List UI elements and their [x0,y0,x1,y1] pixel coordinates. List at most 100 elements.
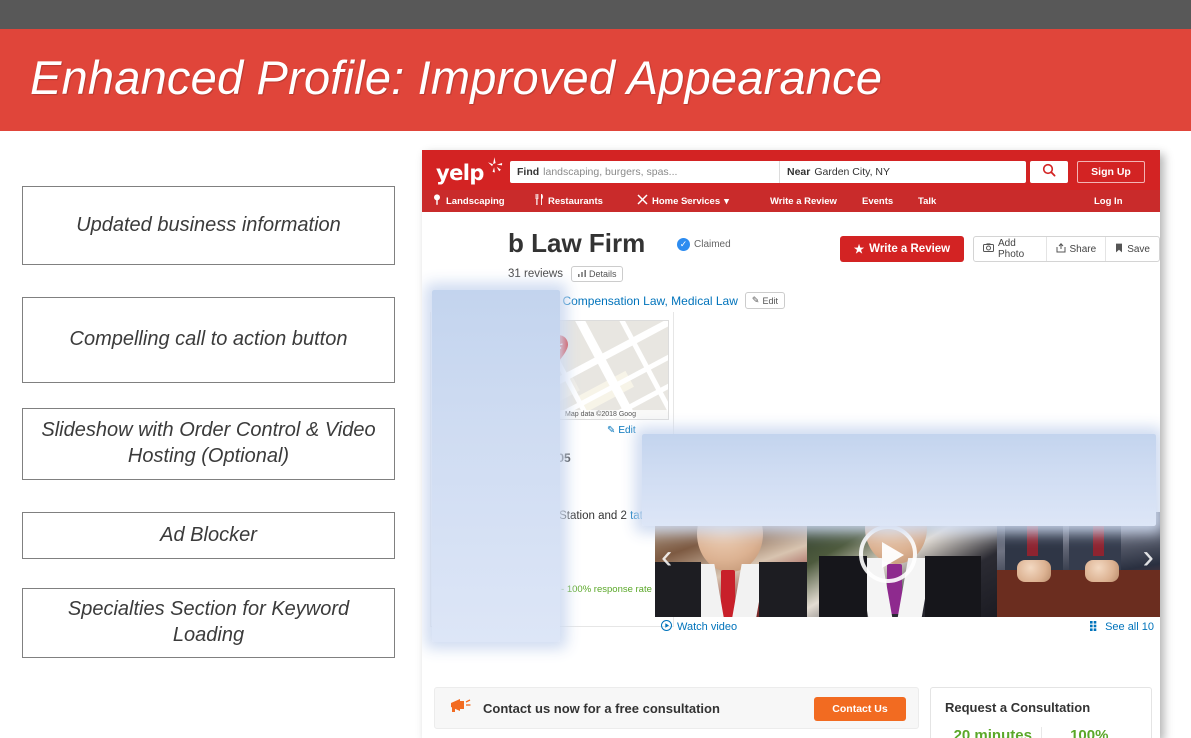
pencil-icon: ✎ [607,425,616,436]
pencil-icon: ✎ [751,295,760,305]
check-icon: ✓ [677,238,690,251]
contact-cta-bar: Contact us now for a free consultation C… [434,687,919,729]
chevron-left-icon[interactable]: ‹ [661,540,672,574]
response-rate-stat: 100% Response Rate [1040,727,1138,738]
nav-item-landscaping[interactable]: Landscaping [432,190,505,212]
see-all-label: See all 10 [1105,621,1154,633]
claimed-label: Claimed [694,239,731,250]
edit-label: Edit [762,295,778,306]
nav-label: Events [862,195,894,207]
grid-icon [1090,620,1100,634]
search-near-value: Garden City, NY [814,166,891,178]
search-button[interactable] [1030,161,1068,183]
search-find-placeholder: landscaping, burgers, spas... [543,166,678,178]
consultation-card-title: Request a Consultation [945,700,1091,715]
watch-video-label: Watch video [677,621,738,633]
nav-label: Landscaping [446,195,505,207]
redaction-overlay-left [432,290,560,642]
save-label: Save [1127,243,1150,255]
claimed-badge: ✓ Claimed [677,238,731,251]
yelp-page-body: b Law Firm ✓ Claimed 31 reviews Details … [422,212,1160,738]
nav-separator-dot [687,199,690,202]
photo-slideshow[interactable]: ‹ › [655,512,1160,617]
reply-suffix: - 100% response rate [558,584,652,595]
yelp-header: yelp Find landscaping, burgers, spas... [422,150,1160,190]
edit-address-label: Edit [618,425,636,436]
search-icon [1042,163,1056,182]
response-time-stat: 20 minutes Response Time [945,727,1041,738]
business-name: b Law Firm [508,228,646,258]
redaction-overlay-right [642,434,1156,526]
write-a-review-label: Write a Review [869,243,951,255]
request-consultation-card: Request a Consultation 20 minutes Respon… [930,687,1152,738]
nav-item-log-in[interactable]: Log In [1094,190,1123,212]
nav-label: Talk [918,195,937,207]
feature-box-ad-blocker: Ad Blocker [22,512,395,559]
business-action-group: Add Photo Share Save [973,236,1160,262]
consultation-stats: 20 minutes Response Time 100% Response R… [945,727,1137,738]
details-button[interactable]: Details [570,266,624,282]
watch-video-link[interactable]: Watch video [661,620,737,634]
feature-box-call-to-action: Compelling call to action button [22,297,395,383]
edit-address-link[interactable]: ✎ Edit [607,425,636,436]
feature-label: Ad Blocker [160,523,257,546]
search-find-field[interactable]: Find landscaping, burgers, spas... [510,161,779,183]
search-near-field[interactable]: Near Garden City, NY [779,161,1026,183]
nav-label: Restaurants [548,195,603,207]
bars-icon [577,269,586,279]
bookmark-icon [1115,243,1123,256]
edit-categories-button[interactable]: ✎ Edit [744,292,785,309]
top-gray-band [0,0,1191,29]
yelp-screenshot: yelp Find landscaping, burgers, spas... [422,150,1160,738]
add-photo-label: Add Photo [998,238,1025,260]
star-icon: ★ [853,244,865,256]
write-a-review-button[interactable]: ★ Write a Review [840,236,964,262]
response-time-value: 20 minutes [953,727,1032,738]
share-icon [1056,242,1066,256]
search-bar[interactable]: Find landscaping, burgers, spas... Near … [510,161,1026,183]
yelp-burst-icon [485,155,505,175]
restaurant-icon [535,194,544,208]
tools-icon [637,194,648,208]
share-button[interactable]: Share [1045,237,1106,261]
feature-label: Compelling call to action button [69,328,348,351]
nav-item-restaurants[interactable]: Restaurants [535,190,603,212]
landscaping-icon [432,194,442,208]
see-all-photos-link[interactable]: See all 10 [1090,620,1154,634]
review-summary: 31 reviews Details [508,266,624,282]
photo-3[interactable] [997,512,1160,617]
nav-item-write-a-review[interactable]: Write a Review [770,190,837,212]
feature-box-specialties: Specialties Section for Keyword Loading [22,588,395,658]
yelp-nav: Landscaping Restaurants Home Services ▾ … [422,190,1160,212]
nav-item-talk[interactable]: Talk [918,190,936,212]
feature-label: Specialties Section for Keyword Loading [67,598,350,646]
page-title: Enhanced Profile: Improved Appearance [30,51,883,104]
save-button[interactable]: Save [1105,237,1159,261]
nav-item-home-services[interactable]: Home Services ▾ [637,190,729,212]
search-find-label: Find [517,166,540,178]
play-icon[interactable] [859,525,917,583]
play-triangle [882,542,904,568]
review-count: 31 reviews [508,268,563,280]
search-near-label: Near [787,166,811,178]
nav-label: Home Services [652,195,721,207]
photo-slideshow-footer: Watch video See all 10 [655,617,1160,637]
chevron-down-icon: ▾ [724,195,729,207]
camera-icon [983,243,994,255]
yelp-logo[interactable]: yelp [436,161,484,185]
play-circle-icon [661,620,672,634]
chevron-right-icon[interactable]: › [1143,540,1154,574]
add-photo-button[interactable]: Add Photo [974,237,1046,261]
megaphone-icon [449,698,471,718]
nav-item-events[interactable]: Events [862,190,893,212]
nav-label: Write a Review [770,195,837,207]
response-rate-value: 100% [1070,727,1109,738]
contact-cta-text: Contact us now for a free consultation [483,700,720,716]
feature-box-updated-business-information: Updated business information [22,186,395,265]
sign-up-button[interactable]: Sign Up [1077,161,1145,183]
nav-label: Log In [1094,195,1123,207]
feature-label: Updated business information [76,213,341,236]
contact-us-button[interactable]: Contact Us [814,697,906,721]
slide-root: Enhanced Profile: Improved Appearance Up… [0,0,1191,738]
photo-1[interactable] [655,512,807,617]
